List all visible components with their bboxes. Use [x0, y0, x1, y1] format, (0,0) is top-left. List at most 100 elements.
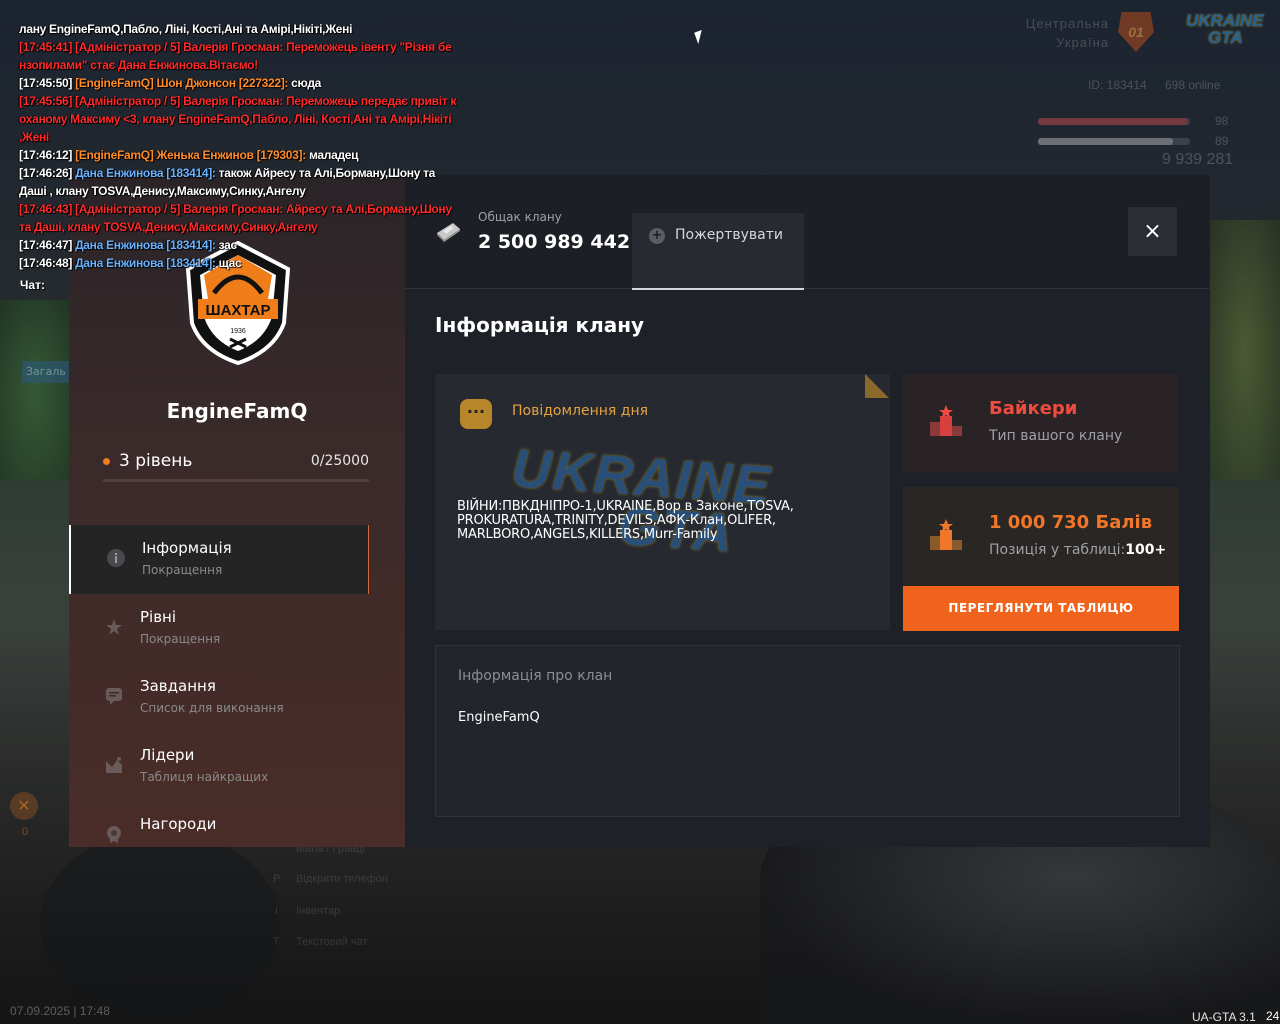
- chat-log: лану EngineFamQ,Пабло, Ліні, Кості,Ані т…: [19, 20, 459, 272]
- clan-modal: ШАХТАР 1936 EngineFamQ 3 рівень 0/25000 …: [69, 175, 1210, 847]
- nav-item-info[interactable]: Інформація Покращення: [69, 525, 369, 594]
- hint-inventory-key: I: [275, 905, 279, 917]
- server-logo: UKRAINE GTA: [1186, 12, 1266, 54]
- bank-label: Общак клану: [478, 210, 562, 224]
- nav-item-subtitle: Список для виконання: [140, 701, 284, 715]
- chat-segment: [17:46:43] [Адміністратор / 5] Валерія Г…: [19, 202, 452, 234]
- about-label: Інформація про клан: [458, 668, 613, 684]
- health-bar: [1038, 118, 1190, 125]
- chat-segment: [17:46:47]: [19, 238, 76, 252]
- region-line-2: Україна: [1056, 35, 1109, 50]
- logo-line-2: GTA: [1208, 28, 1243, 47]
- nav-item-title: Рівні: [140, 608, 177, 626]
- chat-segment: [EngineFamQ] Женька Енжинов [179303]:: [75, 148, 309, 162]
- nav-item-tasks[interactable]: Завдання Список для виконання: [69, 663, 405, 732]
- corner-fold-icon: [865, 374, 889, 398]
- chat-segment: [17:45:56] [Адміністратор / 5] Валерія Г…: [19, 94, 457, 144]
- background-tree-left: [0, 300, 70, 480]
- chat-segment: лану EngineFamQ,Пабло, Ліні, Кості,Ані т…: [19, 22, 353, 36]
- chat-line: [17:46:47] Дана Енжинова [183414]: зас: [19, 236, 459, 254]
- date-time: 07.09.2025 | 17:48: [10, 1004, 110, 1018]
- chat-segment: сюда: [291, 76, 322, 90]
- clan-name: EngineFamQ: [166, 399, 308, 423]
- region-shield-icon: 01: [1118, 12, 1154, 52]
- nav-item-title: Лідери: [140, 746, 195, 764]
- chat-line: [17:45:50] [EngineFamQ] Шон Джонсон [227…: [19, 74, 459, 92]
- logo-line-1: UKRAINE: [1186, 11, 1264, 30]
- clan-sidebar: ШАХТАР 1936 EngineFamQ 3 рівень 0/25000 …: [69, 175, 405, 847]
- chat-line: [17:46:26] Дана Енжинова [183414]: також…: [19, 164, 459, 200]
- clan-about-box: Інформація про клан EngineFamQ: [435, 645, 1180, 817]
- points-subtitle: Позиція у таблиці:100+: [989, 542, 1166, 558]
- hint-phone-key: P: [273, 873, 281, 885]
- hint-chat: Текстовий чат: [296, 936, 368, 948]
- chat-line: лану EngineFamQ,Пабло, Ліні, Кості,Ані т…: [19, 20, 459, 38]
- points-title: 1 000 730 Балів: [989, 512, 1153, 533]
- podium-icon: [930, 405, 962, 436]
- podium-icon: [930, 519, 962, 550]
- clan-type-subtitle: Тип вашого клану: [989, 428, 1123, 444]
- tasks-icon: [106, 688, 122, 705]
- armor-bar: [1038, 138, 1190, 145]
- player-money: 9 939 281: [1162, 151, 1234, 168]
- hint-inventory: Інвентар: [296, 905, 341, 917]
- chat-segment: [17:46:48]: [19, 256, 76, 270]
- armor-value: 89: [1215, 134, 1229, 148]
- level-xp: 0/25000: [310, 453, 369, 469]
- clan-type-card: Байкери Тип вашого клану: [903, 374, 1179, 472]
- chat-segment: [17:45:50]: [19, 76, 76, 90]
- game-version: UA-GTA 3.1: [1192, 1010, 1256, 1024]
- chat-line: [17:46:48] Дана Енжинова [183414]: щас: [19, 254, 459, 272]
- chat-segment: зас: [218, 238, 238, 252]
- nav-item-leaders[interactable]: Лідери Таблиця найкращих: [69, 732, 405, 801]
- chat-line: [17:46:12] [EngineFamQ] Женька Енжинов […: [19, 146, 459, 164]
- region-number: 01: [1128, 24, 1144, 40]
- chat-segment: [17:46:26]: [19, 166, 76, 180]
- chat-segment: Дана Енжинова [183414]:: [75, 238, 219, 252]
- chat-segment: Дана Енжинова [183414]:: [75, 256, 219, 270]
- chat-bubble-icon: ···: [460, 399, 492, 429]
- about-value: EngineFamQ: [458, 710, 540, 725]
- clan-points-card: 1 000 730 Балів Позиція у таблиці:100+ П…: [903, 487, 1179, 631]
- star-icon: [106, 619, 122, 635]
- nav-item-title: Нагороди: [140, 815, 217, 833]
- close-button[interactable]: ×: [1128, 207, 1177, 256]
- nav-item-subtitle: Покращення: [142, 563, 223, 577]
- clan-type-title: Байкери: [989, 398, 1078, 419]
- level-progress-bar: [103, 479, 369, 482]
- plus-icon: +: [649, 228, 665, 244]
- fps-counter: 24: [1266, 1009, 1280, 1023]
- motd-text: ВІЙНИ:ПВКДНІПРО-1,UKRAINE,Вор в Законе,T…: [457, 499, 794, 542]
- health-value: 98: [1215, 114, 1229, 128]
- wrench-icon: ✕: [10, 792, 38, 820]
- chat-segment: [17:46:12]: [19, 148, 76, 162]
- clan-header: Общак клану 2 500 989 442 + Пожертвувати…: [405, 175, 1210, 290]
- nav-item-title: Завдання: [140, 677, 216, 695]
- points-position-label: Позиція у таблиці:: [989, 542, 1126, 558]
- clan-main-panel: Общак клану 2 500 989 442 + Пожертвувати…: [405, 175, 1210, 847]
- emblem-text: ШАХТАР: [206, 302, 271, 319]
- chat-line: [17:45:41] [Адміністратор / 5] Валерія Г…: [19, 38, 459, 74]
- message-of-the-day: UKRAINE GTA ··· Повідомлення дня ВІЙНИ:П…: [435, 374, 890, 630]
- nav-item-levels[interactable]: Рівні Покращення: [69, 594, 405, 663]
- chat-line: [17:45:56] [Адміністратор / 5] Валерія Г…: [19, 92, 459, 146]
- level-dot-icon: [103, 457, 110, 465]
- award-icon: [107, 826, 121, 843]
- nav-item-awards[interactable]: Нагороди: [69, 801, 405, 847]
- chat-line: [17:46:43] [Адміністратор / 5] Валерія Г…: [19, 200, 459, 236]
- donate-button[interactable]: + Пожертвувати: [632, 213, 804, 290]
- nav-item-subtitle: Покращення: [140, 632, 221, 646]
- minimap: [40, 830, 280, 1020]
- clan-nav: Інформація Покращення Рівні Покращення З…: [69, 525, 405, 847]
- mini-count: 0: [22, 826, 29, 838]
- general-tag: Загаль: [22, 361, 74, 383]
- chat-segment: [EngineFamQ] Шон Джонсон [227322]:: [75, 76, 292, 90]
- info-icon: [107, 549, 125, 567]
- level-label: 3 рівень: [119, 451, 193, 471]
- chat-segment: маладец: [308, 148, 359, 162]
- hint-chat-key: T: [273, 936, 280, 948]
- chat-segment: [17:45:41] [Адміністратор / 5] Валерія Г…: [19, 40, 452, 72]
- view-table-button[interactable]: ПЕРЕГЛЯНУТИ ТАБЛИЦЮ: [903, 586, 1179, 631]
- nav-item-subtitle: Таблиця найкращих: [140, 770, 269, 784]
- page-title: Інформація клану: [435, 313, 645, 337]
